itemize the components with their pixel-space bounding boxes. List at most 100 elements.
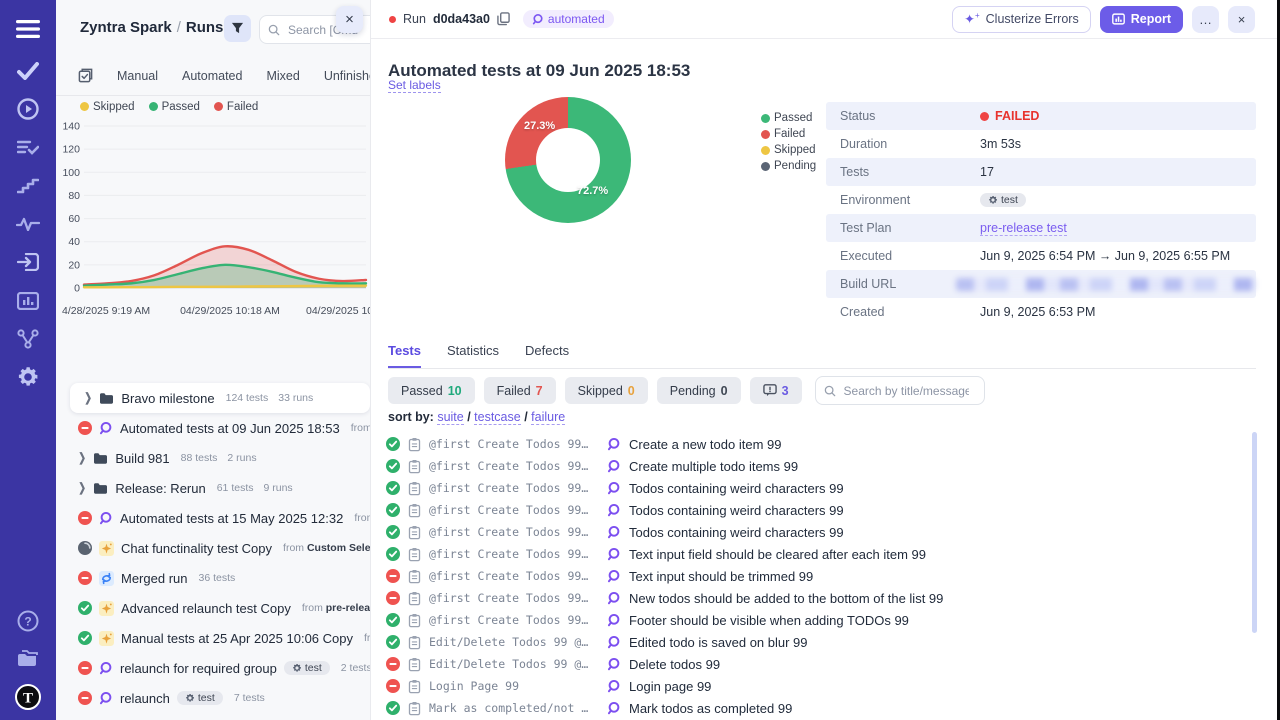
tests-scrollbar[interactable] [1252,432,1257,633]
report-chart-icon [1112,13,1125,25]
report-button[interactable]: Report [1100,6,1183,33]
test-row[interactable]: @first Create Todos 99…Create multiple t… [386,455,1246,477]
test-status-failed-icon [386,569,400,583]
test-plan-link[interactable]: pre-release test [980,221,1067,236]
chip-comments[interactable]: 3 [750,377,802,404]
select-all-icon[interactable] [78,68,93,83]
automated-run-icon [607,591,621,605]
test-row[interactable]: @first Create Todos 99…Text input should… [386,565,1246,587]
clipboard-icon [408,525,421,540]
tests-search-input[interactable] [842,383,971,399]
test-row[interactable]: @first Create Todos 99…Todos containing … [386,477,1246,499]
set-labels-link[interactable]: Set labels [388,78,441,93]
run-detail-panel: Run d0da43a0 automated ✦+Clusterize Erro… [371,0,1277,720]
run-status-finished-icon [78,541,92,555]
chevron-right-icon[interactable]: ❯ [84,391,92,404]
test-title: Create a new todo item 99 [629,437,781,452]
info-label: Executed [826,249,980,263]
import-icon[interactable] [0,247,56,277]
tab-statistics[interactable]: Statistics [447,343,499,368]
run-detail-tabs: Tests Statistics Defects [388,343,1256,369]
run-from: from plan 1 [354,512,370,524]
chip-skipped[interactable]: Skipped0 [565,377,648,404]
run-row[interactable]: relaunchtest7 tests [56,683,370,713]
run-row[interactable]: Automated tests at 09 Jun 2025 18:53from… [56,413,370,443]
projects-folder-icon[interactable] [0,644,56,674]
tab-manual[interactable]: Manual [117,69,158,83]
run-row[interactable]: relaunch for required grouptest2 tests [56,653,370,683]
suites-list-icon[interactable] [0,133,56,163]
run-title: Merged run [121,571,187,586]
test-row[interactable]: @first Create Todos 99…Todos containing … [386,521,1246,543]
chip-passed[interactable]: Passed10 [388,377,475,404]
tab-mixed[interactable]: Mixed [266,69,299,83]
clusterize-errors-button[interactable]: ✦+Clusterize Errors [952,6,1091,33]
test-row[interactable]: Edit/Delete Todos 99 @…Delete todos 99 [386,653,1246,675]
test-row[interactable]: Mark as completed/not …Mark todos as com… [386,697,1246,719]
tab-defects[interactable]: Defects [525,343,569,368]
test-title: Text input should be trimmed 99 [629,569,813,584]
test-row[interactable]: @first Create Todos 99…Text input field … [386,543,1246,565]
tab-tests[interactable]: Tests [388,343,421,368]
run-row[interactable]: Manual tests at 25 Apr 2025 10:06 Copyfr… [56,623,370,653]
play-circle-icon[interactable] [0,94,56,124]
more-button[interactable]: … [1192,6,1219,33]
test-row[interactable]: @first Create Todos 99…Footer should be … [386,609,1246,631]
pulse-icon[interactable] [0,209,56,239]
donut-legend: PassedFailedSkippedPending [761,110,816,174]
branch-icon[interactable] [0,324,56,354]
test-row[interactable]: @first Create Todos 99…New todos should … [386,587,1246,609]
sort-by-failure[interactable]: failure [531,410,565,425]
donut-legend-item: Pending [761,158,816,174]
runs-group-row[interactable]: ❯Build 98188 tests2 runs [56,443,370,473]
analytics-icon[interactable] [0,286,56,316]
runs-trend-chart: 0204060801001201404/28/2025 9:19 AM04/29… [58,116,370,326]
run-title: Advanced relaunch test Copy [121,601,291,616]
tab-automated[interactable]: Automated [182,69,242,83]
filter-button[interactable] [224,15,251,42]
info-row-build-url: Build URL [826,270,1256,298]
chevron-right-icon[interactable]: ❯ [78,451,86,464]
help-icon[interactable]: ? [0,606,56,636]
automated-badge[interactable]: automated [523,10,614,28]
run-from: from Custom Selection [283,542,370,554]
run-title: Chat functinality test Copy [121,541,272,556]
test-row[interactable]: Edit/Delete Todos 99 @…Edited todo is sa… [386,631,1246,653]
chip-pending[interactable]: Pending0 [657,377,741,404]
donut-legend-item: Skipped [761,142,816,158]
run-status-failed-icon [78,571,92,585]
runs-group-row[interactable]: ❯Release: Rerun61 tests9 runs [56,473,370,503]
run-row[interactable]: Advanced relaunch test Copyfrom pre-rele… [56,593,370,623]
gear-icon [988,195,998,205]
runs-check-icon[interactable] [0,56,56,86]
run-row[interactable]: Chat functinality test Copy from Custom S… [56,533,370,563]
settings-gear-icon[interactable] [0,362,56,392]
test-status-passed-icon [386,701,400,715]
run-title: Bravo milestone [121,391,214,406]
runs-panel: Zyntra Spark/Runs × Manual Automated Mix… [56,0,371,720]
test-row[interactable]: @first Create Todos 99…Todos containing … [386,499,1246,521]
app-logo[interactable]: T [0,682,56,712]
run-row[interactable]: Merged run36 tests [56,563,370,593]
chevron-right-icon[interactable]: ❯ [78,481,86,494]
automated-run-icon [607,525,621,539]
test-row[interactable]: Login Page 99Login page 99 [386,675,1246,697]
run-id-group: Run d0da43a0 automated [389,10,614,28]
test-row[interactable]: @first Create Todos 99…Create a new todo… [386,433,1246,455]
sort-by-suite[interactable]: suite [437,410,463,425]
copy-icon[interactable] [497,12,510,26]
test-title: Login page 99 [629,679,711,694]
project-name[interactable]: Zyntra Spark [80,19,172,36]
runs-list: ❯Bravo milestone124 tests33 runsAutomate… [56,383,370,713]
run-row[interactable]: Automated tests at 15 May 2025 12:32from… [56,503,370,533]
sort-by-testcase[interactable]: testcase [474,410,521,425]
steps-icon[interactable] [0,171,56,201]
close-run-button[interactable]: × [1228,6,1255,33]
runs-group-row[interactable]: ❯Bravo milestone124 tests33 runs [70,383,370,413]
build-url-blurred [956,278,1256,291]
tab-unfinished[interactable]: Unfinished [324,69,371,83]
clipboard-icon [408,481,421,496]
chip-failed[interactable]: Failed7 [484,377,556,404]
panel-close-button[interactable]: × [336,6,363,33]
menu-icon[interactable] [0,14,56,44]
